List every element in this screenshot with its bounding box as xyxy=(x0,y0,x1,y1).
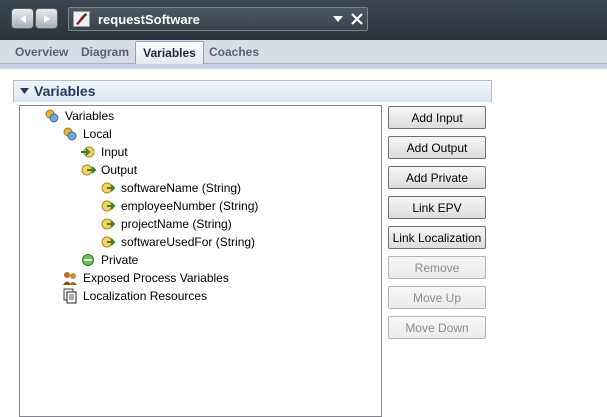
close-icon[interactable] xyxy=(349,11,365,27)
variable-icon xyxy=(100,198,116,214)
variables-section-header[interactable]: Variables xyxy=(13,80,492,102)
tree-item-label: softwareUsedFor (String) xyxy=(121,235,256,249)
tree-item-label: employeeNumber (String) xyxy=(121,199,259,213)
link-epv-button[interactable]: Link EPV xyxy=(388,196,486,219)
variable-icon xyxy=(100,216,116,232)
tab-variables[interactable]: Variables xyxy=(135,41,204,64)
add-output-button[interactable]: Add Output xyxy=(388,136,486,159)
process-title-box[interactable]: requestSoftware xyxy=(68,7,368,31)
variables-tree[interactable]: Variables Local Input Output softwareNam… xyxy=(19,105,382,417)
collapse-triangle-icon[interactable] xyxy=(20,88,29,94)
tree-item-output-variable[interactable]: softwareUsedFor (String) xyxy=(100,233,255,251)
add-input-button[interactable]: Add Input xyxy=(388,106,486,129)
editor-toolbar: requestSoftware xyxy=(0,0,607,40)
tree-item-variables[interactable]: Variables xyxy=(44,107,114,125)
tree-item-local[interactable]: Local xyxy=(62,125,112,143)
tree-item-exposed-process-variables[interactable]: Exposed Process Variables xyxy=(62,269,229,287)
process-title: requestSoftware xyxy=(98,12,200,27)
tree-item-label: Input xyxy=(101,145,128,159)
tab-coaches[interactable]: Coaches xyxy=(209,45,259,59)
add-private-button[interactable]: Add Private xyxy=(388,166,486,189)
arrow-right-icon xyxy=(43,14,50,23)
tree-item-label: Private xyxy=(101,253,139,267)
tree-item-private[interactable]: Private xyxy=(80,251,138,269)
tree-item-label: Local xyxy=(83,127,112,141)
output-arrow-icon xyxy=(80,162,96,178)
tree-item-output-variable[interactable]: projectName (String) xyxy=(100,215,232,233)
tree-item-label: Exposed Process Variables xyxy=(83,271,229,285)
private-icon xyxy=(80,252,96,268)
tree-item-output-variable[interactable]: employeeNumber (String) xyxy=(100,197,258,215)
tree-item-label: Variables xyxy=(65,109,115,123)
move-up-button[interactable]: Move Up xyxy=(388,286,486,309)
document-stack-icon xyxy=(62,288,78,304)
remove-button[interactable]: Remove xyxy=(388,256,486,279)
chevron-down-icon[interactable] xyxy=(331,11,345,27)
move-down-button[interactable]: Move Down xyxy=(388,316,486,339)
tree-item-label: Output xyxy=(101,163,138,177)
variable-icon xyxy=(100,234,116,250)
tree-item-label: Localization Resources xyxy=(83,289,208,303)
variable-icon xyxy=(100,180,116,196)
link-localization-button[interactable]: Link Localization xyxy=(388,226,486,249)
tab-diagram[interactable]: Diagram xyxy=(81,45,129,59)
local-group-icon xyxy=(62,126,78,142)
forward-button[interactable] xyxy=(35,8,58,29)
tree-item-label: projectName (String) xyxy=(121,217,232,231)
variables-group-icon xyxy=(44,108,60,124)
tab-underline xyxy=(0,64,607,69)
tab-overview[interactable]: Overview xyxy=(15,45,68,59)
section-title: Variables xyxy=(34,83,96,99)
process-icon xyxy=(73,11,90,27)
tree-item-localization-resources[interactable]: Localization Resources xyxy=(62,287,207,305)
people-icon xyxy=(62,270,78,286)
editor-tabs: Overview Diagram Variables Coaches xyxy=(0,40,607,64)
input-arrow-icon xyxy=(80,144,96,160)
tree-item-output[interactable]: Output xyxy=(80,161,137,179)
back-button[interactable] xyxy=(11,8,34,29)
arrow-left-icon xyxy=(19,14,26,23)
tree-item-label: softwareName (String) xyxy=(121,181,242,195)
tree-item-output-variable[interactable]: softwareName (String) xyxy=(100,179,241,197)
tree-item-input[interactable]: Input xyxy=(80,143,128,161)
